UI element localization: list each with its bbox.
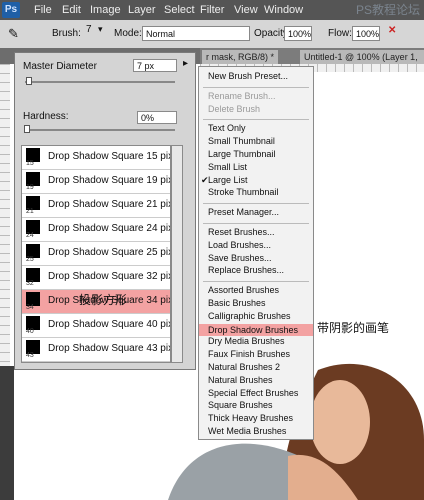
brush-list-row[interactable]: 19 Drop Shadow Square 19 pixe (22, 170, 171, 194)
brush-size-label: 43 (26, 352, 34, 359)
menu-separator (203, 86, 309, 88)
brush-name: Drop Shadow Square 15 pixe (48, 151, 171, 162)
dropdown-icon[interactable]: ▾ (98, 24, 103, 35)
menu-item[interactable]: Natural Brushes 2 (208, 362, 280, 372)
menu-separator (203, 281, 309, 283)
brush-name: Drop Shadow Square 32 pixe (48, 271, 171, 282)
brush-name: Drop Shadow Square 21 pixe (48, 199, 171, 210)
menu-item[interactable]: Special Effect Brushes (208, 388, 298, 398)
brush-size-label: 24 (26, 232, 34, 239)
brush-size-label: 15 (26, 160, 34, 167)
menu-window[interactable]: Window (264, 4, 303, 16)
brush-preset-panel: Master Diameter 7 px ▸ Hardness: 0% 15 Dr… (14, 52, 196, 370)
brush-list-row[interactable]: 15 Drop Shadow Square 15 pixe (22, 146, 171, 170)
menu-separator (203, 223, 309, 224)
menu-item[interactable]: Load Brushes... (208, 240, 271, 250)
menu-select[interactable]: Select (164, 4, 195, 16)
master-diameter-slider[interactable] (25, 81, 175, 83)
menu-item[interactable]: Small Thumbnail (208, 136, 275, 146)
menu-item[interactable]: Faux Finish Brushes (208, 349, 290, 359)
tools-panel (0, 366, 14, 500)
brush-list-row[interactable]: 43 Drop Shadow Square 43 pixe (22, 338, 171, 362)
menu-item: Delete Brush (208, 103, 261, 114)
brush-size-label: 21 (26, 208, 34, 215)
brush-name: Drop Shadow Square 25 pixe (48, 247, 171, 258)
brush-size-label: 25 (26, 256, 34, 263)
annotation-right: 带阴影的画笔 (317, 321, 390, 335)
flow-label: Flow: (328, 28, 352, 39)
watermark: PS教程论坛 (355, 3, 420, 17)
menu-item[interactable]: Reset Brushes... (208, 227, 275, 237)
menu-item[interactable]: Square Brushes (208, 400, 273, 410)
brush-size-label: 40 (26, 328, 34, 335)
hardness-slider[interactable] (25, 129, 175, 131)
menu-item[interactable]: Calligraphic Brushes (208, 311, 291, 321)
brush-size-label: 32 (26, 280, 34, 287)
menu-edit[interactable]: Edit (62, 4, 81, 16)
brush-list-row[interactable]: 32 Drop Shadow Square 32 pixe (22, 266, 171, 290)
menu-item[interactable]: Small List (208, 162, 247, 172)
master-diameter-label: Master Diameter (23, 61, 97, 72)
mode-label: Mode: (114, 28, 142, 39)
options-bar: ✎ Brush: 7 ▾ Mode: Normal Opacity: 100% … (0, 20, 424, 49)
menu-item[interactable]: Text Only (208, 123, 246, 133)
brush-list-row[interactable]: 21 Drop Shadow Square 21 pixe (22, 194, 171, 218)
brush-name: Drop Shadow Square 24 pixe (48, 223, 171, 234)
opacity-field[interactable]: 100% (284, 26, 312, 41)
menu-item[interactable]: Thick Heavy Brushes (208, 413, 293, 423)
menu-bar: Ps File Edit Image Layer Select Filter V… (0, 0, 424, 20)
annotation-left: 投影方形 (79, 293, 128, 307)
tab-document-2[interactable]: Untitled-1 @ 100% (Layer 1, R (300, 50, 424, 76)
menu-image[interactable]: Image (90, 4, 121, 16)
menu-item[interactable]: Wet Media Brushes (208, 426, 286, 436)
menu-layer[interactable]: Layer (128, 4, 156, 16)
brush-list-row[interactable]: 24 Drop Shadow Square 24 pixe (22, 218, 171, 242)
menu-item[interactable]: Dry Media Brushes (208, 336, 285, 346)
brush-name: Drop Shadow Square 40 pixe (48, 319, 171, 330)
master-diameter-field[interactable]: 7 px (133, 59, 177, 72)
brush-name: Drop Shadow Square 43 pixe (48, 343, 171, 354)
brush-size-label: 19 (26, 184, 34, 191)
brush-size-value[interactable]: 7 (86, 24, 92, 35)
brush-size-label: 34 (26, 304, 34, 311)
brush-name: Drop Shadow Square 19 pixe (48, 175, 171, 186)
mode-select[interactable]: Normal (142, 26, 250, 41)
brush-list-scrollbar[interactable] (171, 145, 183, 363)
menu-item[interactable]: Save Brushes... (208, 253, 272, 263)
flow-field[interactable]: 100% (352, 26, 380, 41)
menu-item: Rename Brush... (208, 90, 276, 101)
menu-item[interactable]: Preset Manager... (208, 207, 279, 217)
panel-menu-arrow-icon[interactable]: ▸ (183, 58, 188, 69)
master-diameter-slider-knob[interactable] (26, 77, 32, 85)
menu-item[interactable]: Stroke Thumbnail (208, 187, 278, 197)
menu-item[interactable]: Large List (208, 175, 248, 185)
menu-view[interactable]: View (234, 4, 258, 16)
hardness-slider-knob[interactable] (24, 125, 30, 133)
menu-file[interactable]: File (34, 4, 52, 16)
menu-item[interactable]: Assorted Brushes (208, 285, 279, 295)
document-tabs: r mask, RGB/8) * Untitled-1 @ 100% (Laye… (200, 48, 424, 76)
menu-item[interactable]: Basic Brushes (208, 298, 266, 308)
menu-separator (203, 119, 309, 121)
brush-list: 15 Drop Shadow Square 15 pixe 19 Drop Shado… (21, 145, 171, 363)
menu-item[interactable]: Natural Brushes (208, 375, 273, 385)
photoshop-logo-icon: Ps (2, 2, 20, 18)
menu-separator (203, 203, 309, 205)
hardness-field[interactable]: 0% (137, 111, 177, 124)
brush-label: Brush: (52, 28, 81, 39)
menu-filter[interactable]: Filter (200, 4, 224, 16)
brush-list-row[interactable]: 25 Drop Shadow Square 25 pixe (22, 242, 171, 266)
checkmark-icon: ✔ (201, 174, 209, 185)
brush-panel-menu: New Brush Preset... Rename Brush... Delete… (198, 66, 314, 440)
brush-tool-icon[interactable]: ✎ (8, 26, 19, 42)
tab-document-1[interactable]: r mask, RGB/8) * (202, 50, 279, 64)
menu-item[interactable]: Replace Brushes... (208, 265, 284, 275)
menu-item[interactable]: Drop Shadow Brushes (199, 323, 313, 336)
airbrush-icon[interactable]: ✕ (388, 25, 396, 36)
menu-item[interactable]: New Brush Preset... (208, 71, 288, 81)
brush-list-row[interactable]: 40 Drop Shadow Square 40 pixe (22, 314, 171, 338)
menu-item[interactable]: Large Thumbnail (208, 149, 275, 159)
hardness-label: Hardness: (23, 111, 69, 122)
